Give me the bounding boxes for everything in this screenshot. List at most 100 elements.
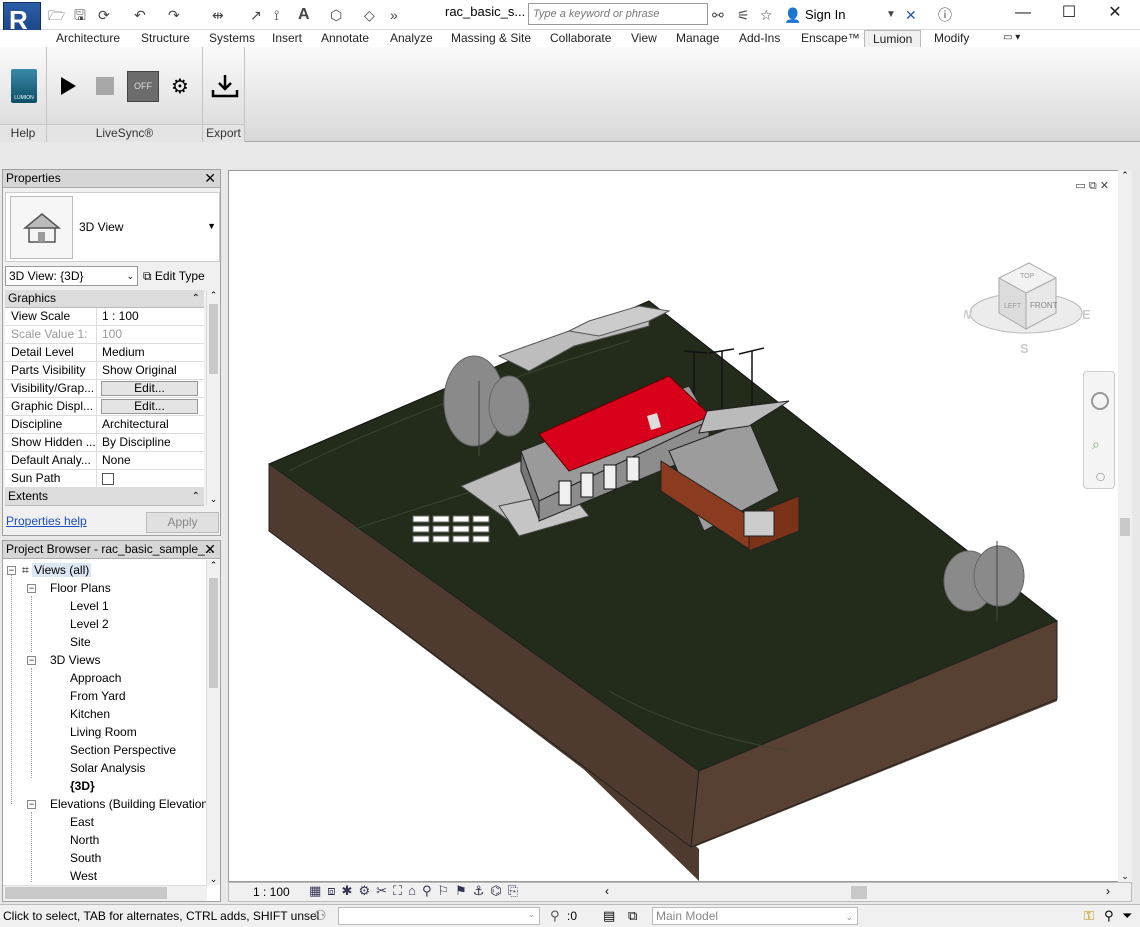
dimension-icon[interactable]: ↗ xyxy=(250,5,262,25)
tree-floor-plans[interactable]: Floor Plans xyxy=(50,579,111,597)
edit-type-button[interactable]: ⧉ Edit Type xyxy=(143,267,205,285)
tab-lumion[interactable]: Lumion xyxy=(864,30,922,47)
save-icon[interactable]: 🖫 xyxy=(74,5,86,25)
project-browser-close-icon[interactable]: ✕ xyxy=(204,541,216,558)
tree-item-from-yard[interactable]: From Yard xyxy=(70,687,126,705)
sun-path-checkbox[interactable] xyxy=(102,473,114,485)
design-option-select[interactable]: Main Model ⌄ xyxy=(652,907,858,925)
tab-modify[interactable]: Modify xyxy=(934,30,969,47)
tree-item-west[interactable]: West xyxy=(70,867,97,885)
visibility-edit-button[interactable]: Edit... xyxy=(101,381,198,396)
tree-item-south[interactable]: South xyxy=(70,849,101,867)
tab-manage[interactable]: Manage xyxy=(676,30,719,47)
export-download-icon[interactable] xyxy=(211,73,239,99)
tree-item-approach[interactable]: Approach xyxy=(70,669,121,687)
view-cube[interactable]: TOP LEFT FRONT W E S xyxy=(964,253,1094,363)
worksets-icon[interactable]: ⚇ xyxy=(314,907,327,924)
tree-item-section-perspective[interactable]: Section Perspective xyxy=(70,741,176,759)
properties-help-link[interactable]: Properties help xyxy=(6,514,87,528)
tree-item-kitchen[interactable]: Kitchen xyxy=(70,705,110,723)
zoom-icon[interactable]: ⌕ xyxy=(1092,436,1100,453)
property-row[interactable]: Parts Visibility Show Original xyxy=(5,362,204,380)
tab-insert[interactable]: Insert xyxy=(272,30,302,47)
property-row[interactable]: Detail Level Medium xyxy=(5,344,204,362)
nav-options-icon[interactable]: ◯ xyxy=(1096,472,1105,481)
properties-scrollbar[interactable]: ⌃ ⌄ xyxy=(206,290,220,505)
editing-requests-icon[interactable]: ▤ xyxy=(603,908,615,924)
group-graphics[interactable]: Graphics ⌃ xyxy=(5,290,204,308)
select-pinned-icon[interactable]: ⚲ xyxy=(1104,908,1114,924)
tab-systems[interactable]: Systems xyxy=(209,30,255,47)
tree-item-level-1[interactable]: Level 1 xyxy=(70,597,109,615)
tree-item-north[interactable]: North xyxy=(70,831,99,849)
filter-funnel-icon[interactable]: ⏷ xyxy=(1122,908,1132,924)
project-browser-vscroll[interactable]: ⌃ ⌄ xyxy=(206,560,220,885)
collapse-icon[interactable]: − xyxy=(27,584,36,593)
graphic-display-edit-button[interactable]: Edit... xyxy=(101,399,198,414)
livesync-toggle[interactable]: OFF xyxy=(127,71,159,102)
canvas-vscroll[interactable]: ⌃ ⌄ xyxy=(1118,170,1132,882)
open-icon[interactable]: 🗁 xyxy=(48,5,65,25)
tree-views-root[interactable]: ⌗ Views (all) xyxy=(22,561,92,579)
tree-item-level-2[interactable]: Level 2 xyxy=(70,615,109,633)
property-row[interactable]: Graphic Displ... Edit... xyxy=(5,398,204,416)
property-row[interactable]: Show Hidden ... By Discipline xyxy=(5,434,204,452)
view-instance-select[interactable]: 3D View: {3D} ⌄ xyxy=(5,266,138,286)
close-button[interactable]: ✕ xyxy=(1092,1,1138,27)
sync-icon[interactable]: ⟳ xyxy=(98,5,110,25)
3d-view-icon[interactable]: ⬡ xyxy=(330,5,342,25)
binoculars-icon[interactable]: ⚯ xyxy=(712,5,724,25)
tab-view[interactable]: View xyxy=(631,30,657,47)
property-row[interactable]: Default Analy... None xyxy=(5,452,204,470)
workset-select[interactable]: ⌄ xyxy=(338,907,540,925)
collapse-icon[interactable]: − xyxy=(7,566,16,575)
tab-annotate[interactable]: Annotate xyxy=(321,30,369,47)
settings-gear-icon[interactable]: ⚙ xyxy=(171,74,189,99)
tree-elevations[interactable]: Elevations (Building Elevation xyxy=(50,795,207,813)
help-icon[interactable]: ⓘ xyxy=(938,5,952,25)
project-browser-hscroll[interactable] xyxy=(3,885,207,901)
group-extents[interactable]: Extents ⌃ xyxy=(5,488,204,506)
tree-item-3d-active[interactable]: {3D} xyxy=(70,777,95,795)
sign-in-dropdown-icon[interactable]: ▼ xyxy=(886,5,896,25)
filter-icon[interactable]: ⚲ xyxy=(550,908,560,924)
text-icon[interactable]: A xyxy=(298,5,310,25)
tab-collaborate[interactable]: Collaborate xyxy=(550,30,611,47)
tree-item-solar-analysis[interactable]: Solar Analysis xyxy=(70,759,145,777)
type-selector[interactable]: 3D View ▼ xyxy=(5,192,220,262)
tag-icon[interactable]: ⟟ xyxy=(274,5,279,25)
apply-button[interactable]: Apply xyxy=(146,512,219,533)
favorites-star-icon[interactable]: ☆ xyxy=(760,5,773,25)
property-row[interactable]: Visibility/Grap... Edit... xyxy=(5,380,204,398)
measure-icon[interactable]: ⇹ xyxy=(212,5,224,25)
design-options-icon[interactable]: ⧉ xyxy=(628,908,637,924)
play-icon[interactable] xyxy=(60,77,76,95)
undo-icon[interactable]: ↶ xyxy=(134,5,146,25)
view-scale[interactable]: 1 : 100 xyxy=(253,885,290,899)
tab-add-ins[interactable]: Add-Ins xyxy=(739,30,780,47)
redo-icon[interactable]: ↷ xyxy=(168,5,180,25)
lumion-logo-icon[interactable]: LUMION xyxy=(11,69,37,103)
scroll-left-icon[interactable]: ‹ xyxy=(605,884,609,898)
steering-wheel-icon[interactable] xyxy=(1091,392,1109,410)
hscroll-thumb[interactable] xyxy=(851,886,867,899)
property-row[interactable]: Discipline Architectural xyxy=(5,416,204,434)
maximize-button[interactable]: ☐ xyxy=(1046,1,1092,27)
tab-structure[interactable]: Structure xyxy=(141,30,190,47)
tab-architecture[interactable]: Architecture xyxy=(56,30,120,47)
tab-massing-site[interactable]: Massing & Site xyxy=(451,30,531,47)
tree-3d-views[interactable]: 3D Views xyxy=(50,651,100,669)
autodesk-exchange-icon[interactable]: ✕ xyxy=(905,5,917,25)
tree-item-site[interactable]: Site xyxy=(70,633,91,651)
select-links-icon[interactable]: ⚿ xyxy=(1084,908,1094,924)
tree-item-living-room[interactable]: Living Room xyxy=(70,723,137,741)
type-dropdown-icon[interactable]: ▼ xyxy=(207,221,216,231)
stop-icon[interactable] xyxy=(96,77,114,95)
property-row[interactable]: View Scale 1 : 100 xyxy=(5,308,204,326)
property-row[interactable]: Sun Path xyxy=(5,470,204,488)
tree-item-east[interactable]: East xyxy=(70,813,94,831)
collapse-icon[interactable]: − xyxy=(27,800,36,809)
tab-enscape[interactable]: Enscape™ xyxy=(801,30,860,47)
collapse-icon[interactable]: − xyxy=(27,656,36,665)
sign-in-button[interactable]: Sign In xyxy=(805,7,845,22)
